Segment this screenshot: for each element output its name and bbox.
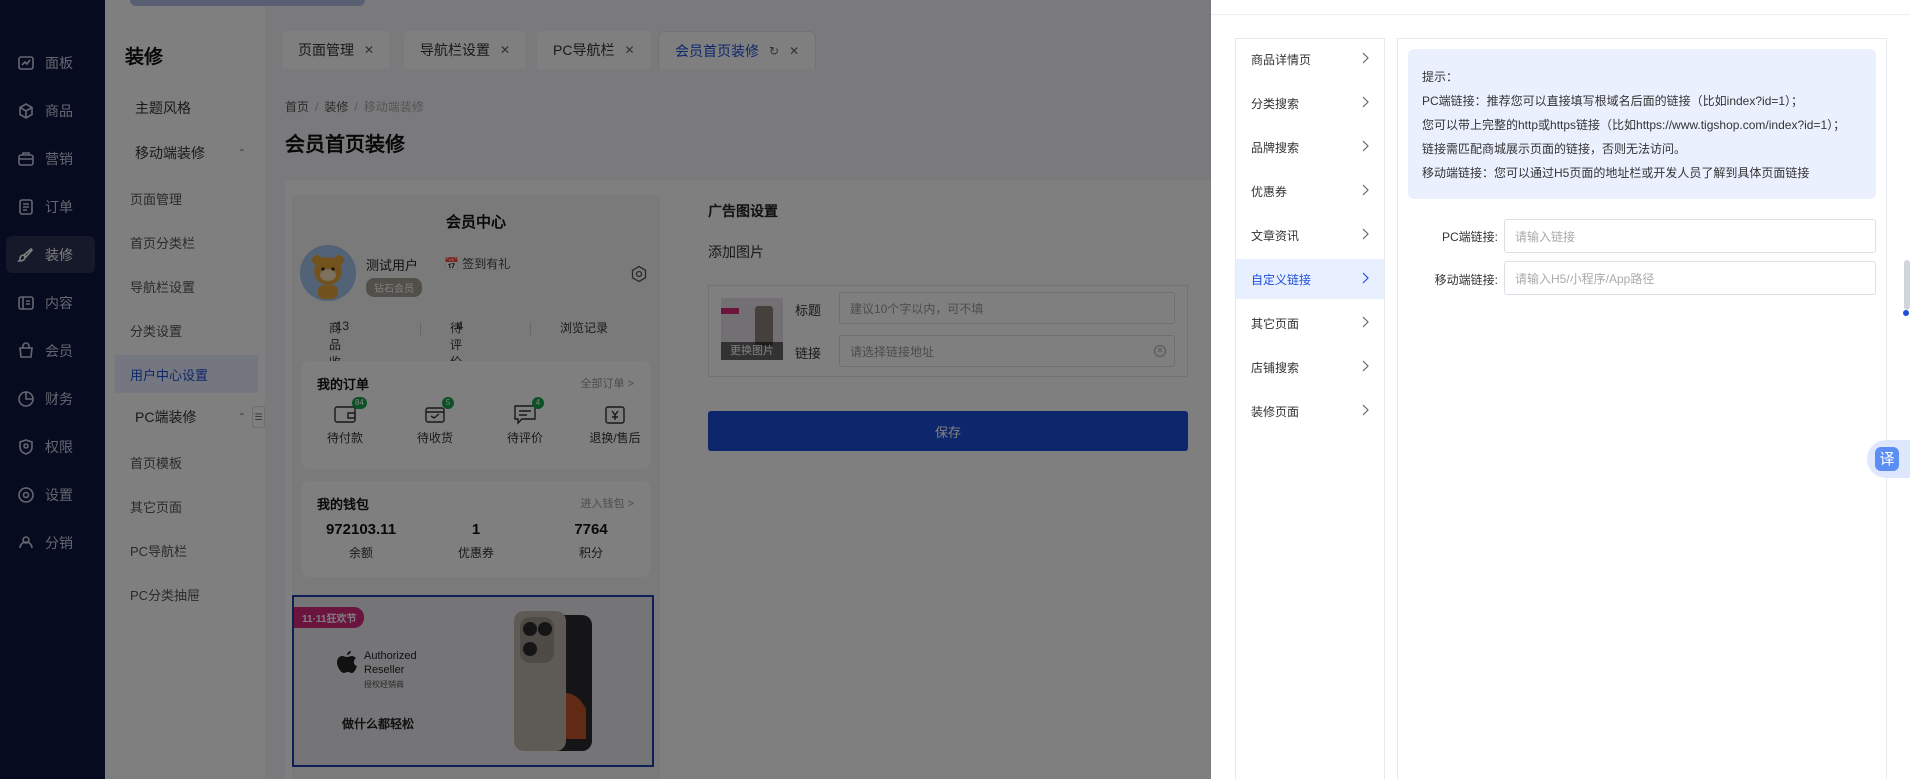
menu-item-category-search[interactable]: 分类搜索 (1236, 83, 1384, 123)
chevron-right-icon (1362, 184, 1369, 196)
chevron-right-icon (1362, 228, 1369, 240)
menu-label: 文章资讯 (1251, 228, 1300, 243)
divider (1211, 14, 1910, 15)
menu-label: 商品详情页 (1251, 52, 1312, 67)
menu-item-brand-search[interactable]: 品牌搜索 (1236, 127, 1384, 167)
link-type-menu: 商品详情页 分类搜索 品牌搜索 优惠券 文章资讯 自定义链接 其它页面 店铺搜索… (1235, 38, 1385, 779)
mobile-link-label: 移动端链接: (1434, 273, 1498, 287)
chevron-right-icon (1362, 96, 1369, 108)
search-bar[interactable] (130, 0, 365, 6)
menu-item-custom-link[interactable]: 自定义链接 (1236, 259, 1384, 299)
menu-label: 品牌搜索 (1251, 140, 1300, 155)
menu-label: 装修页面 (1251, 404, 1300, 419)
tip-line: 链接需匹配商城展示页面的链接，否则无法访问。 (1422, 142, 1687, 156)
custom-link-panel: 提示： PC端链接：推荐您可以直接填写根域名后面的链接（比如index?id=1… (1397, 38, 1887, 779)
menu-label: 优惠券 (1251, 184, 1288, 199)
menu-label: 其它页面 (1251, 316, 1300, 331)
chevron-right-icon (1362, 360, 1369, 372)
menu-label: 店铺搜索 (1251, 360, 1300, 375)
tip-line: PC端链接：推荐您可以直接填写根域名后面的链接（比如index?id=1）； (1422, 94, 1804, 108)
scroll-indicator (1903, 310, 1909, 316)
chevron-right-icon (1362, 404, 1369, 416)
scrollbar[interactable] (1904, 260, 1910, 310)
chevron-right-icon (1362, 140, 1369, 152)
mobile-link-input[interactable]: 请输入H5/小程序/App路径 (1504, 261, 1876, 295)
link-selector-drawer: 商品详情页 分类搜索 品牌搜索 优惠券 文章资讯 自定义链接 其它页面 店铺搜索… (1211, 0, 1910, 779)
tip-line: 您可以带上完整的http或https链接（比如https://www.tigsh… (1422, 118, 1846, 132)
modal-backdrop[interactable] (0, 0, 1211, 779)
translate-icon: 译 (1875, 447, 1899, 471)
input-placeholder: 请输入H5/小程序/App路径 (1515, 271, 1655, 286)
tip-line: 提示： (1422, 70, 1459, 84)
chevron-right-icon (1362, 52, 1369, 64)
pc-link-input[interactable]: 请输入链接 (1504, 219, 1876, 253)
input-placeholder: 请输入链接 (1515, 229, 1576, 244)
chevron-right-icon (1362, 316, 1369, 328)
menu-label: 分类搜索 (1251, 96, 1300, 111)
menu-item-other-pages[interactable]: 其它页面 (1236, 303, 1384, 343)
translate-button[interactable]: 译 (1867, 440, 1910, 478)
menu-item-articles[interactable]: 文章资讯 (1236, 215, 1384, 255)
tips-box: 提示： PC端链接：推荐您可以直接填写根域名后面的链接（比如index?id=1… (1408, 49, 1876, 199)
tip-line: 移动端链接：您可以通过H5页面的地址栏或开发人员了解到具体页面链接 (1422, 166, 1810, 180)
menu-item-product-detail[interactable]: 商品详情页 (1236, 39, 1384, 79)
menu-item-coupons[interactable]: 优惠券 (1236, 171, 1384, 211)
pc-link-label: PC端链接: (1441, 230, 1498, 244)
chevron-right-icon (1362, 272, 1369, 284)
menu-label: 自定义链接 (1251, 272, 1312, 287)
menu-item-shop-search[interactable]: 店铺搜索 (1236, 347, 1384, 387)
menu-item-decoration-pages[interactable]: 装修页面 (1236, 391, 1384, 431)
